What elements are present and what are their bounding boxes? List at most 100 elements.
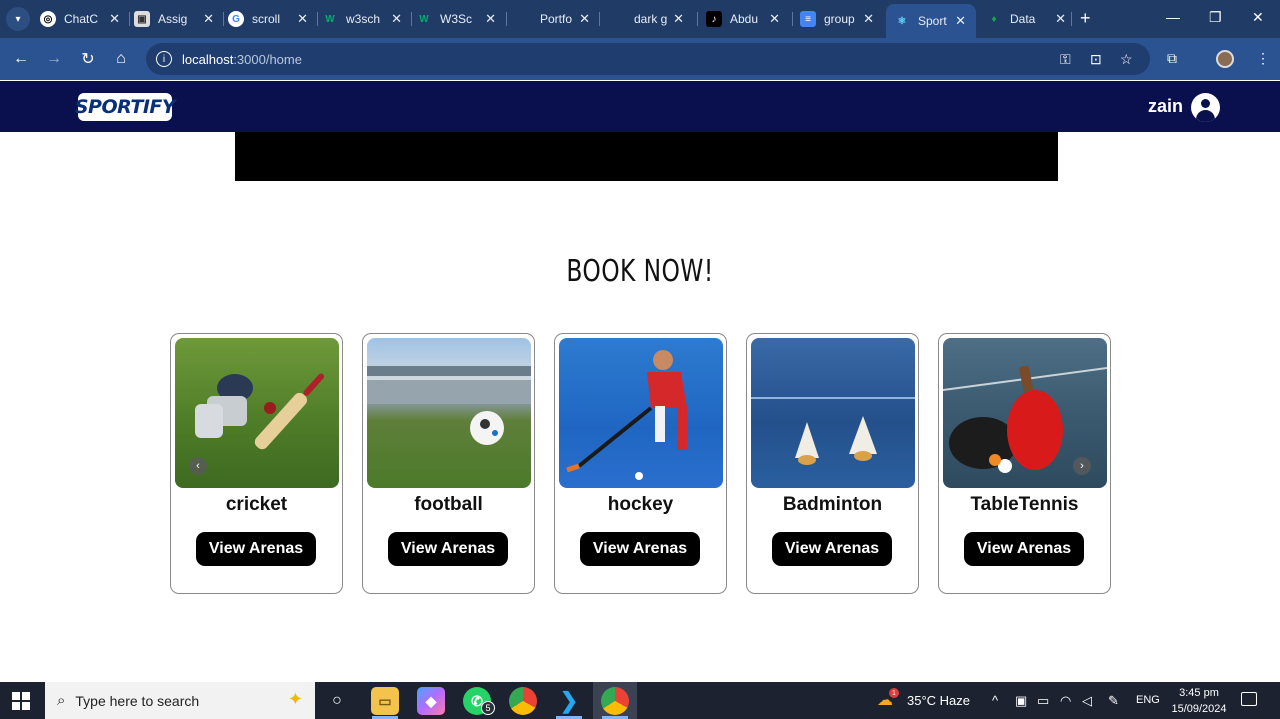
- browser-menu-icon[interactable]: ⋮: [1256, 50, 1270, 67]
- close-icon[interactable]: ✕: [769, 11, 780, 27]
- sport-name: football: [414, 494, 483, 515]
- address-bar[interactable]: i localhost:3000/home ⚿ ⊡ ☆: [146, 43, 1150, 75]
- close-icon[interactable]: ✕: [673, 11, 684, 27]
- blank-page-icon: [610, 11, 626, 27]
- classroom-icon: ▣: [134, 11, 150, 27]
- tab-sportify-active[interactable]: ⚛ Sport ✕: [886, 4, 976, 38]
- profile-avatar[interactable]: [1216, 50, 1234, 68]
- window-close-icon[interactable]: ✕: [1252, 9, 1264, 26]
- view-arenas-button[interactable]: View Arenas: [196, 532, 316, 566]
- user-body-shape: [1196, 110, 1215, 122]
- search-placeholder: Type here to search: [75, 692, 200, 709]
- view-arenas-button[interactable]: View Arenas: [964, 532, 1084, 566]
- install-app-icon[interactable]: ⊡: [1090, 51, 1102, 68]
- docs-icon: ≡: [800, 11, 816, 27]
- pen-icon[interactable]: ✎: [1108, 693, 1119, 709]
- forward-arrow-icon[interactable]: →: [43, 48, 65, 70]
- copilot-app-icon[interactable]: ◆: [417, 687, 445, 715]
- language-indicator[interactable]: ENG: [1136, 694, 1160, 706]
- sport-name: TableTennis: [970, 494, 1079, 515]
- restore-icon[interactable]: ❐: [1209, 9, 1222, 26]
- tab-label: W3Sc: [440, 12, 473, 26]
- tab-separator: [129, 12, 130, 26]
- close-icon[interactable]: ✕: [863, 11, 874, 27]
- volume-icon[interactable]: ◁: [1082, 693, 1092, 709]
- show-hidden-icons-chevron-icon[interactable]: ^: [992, 693, 998, 708]
- user-account-icon[interactable]: [1191, 93, 1220, 122]
- notifications-icon[interactable]: [1241, 692, 1257, 706]
- browser-toolbar: ← → ↻ ⌂ i localhost:3000/home ⚿ ⊡ ☆ ⧉ ⋮: [0, 38, 1280, 80]
- book-now-heading: BOOK NOW!: [566, 254, 714, 289]
- clock[interactable]: 3:45 pm 15/09/2024: [1170, 685, 1228, 717]
- tab-label: scroll: [252, 12, 281, 26]
- chrome-active-icon[interactable]: [601, 687, 629, 715]
- view-arenas-button[interactable]: View Arenas: [388, 532, 508, 566]
- reload-icon[interactable]: ↻: [77, 48, 99, 70]
- carousel-next-arrow-icon[interactable]: ›: [1073, 457, 1091, 475]
- tab-search-chevron-icon[interactable]: ▾: [6, 7, 30, 31]
- weather-text[interactable]: 35°C Haze: [907, 693, 970, 708]
- tab-separator: [506, 12, 507, 26]
- new-tab-plus-icon[interactable]: +: [1080, 8, 1091, 29]
- sport-name: cricket: [225, 494, 288, 515]
- view-arenas-button[interactable]: View Arenas: [580, 532, 700, 566]
- task-view-icon[interactable]: ○: [323, 687, 351, 715]
- tab-w3schools-2[interactable]: W W3Sc ✕: [416, 4, 500, 34]
- view-arenas-button[interactable]: View Arenas: [772, 532, 892, 566]
- battery-icon[interactable]: ▭: [1037, 693, 1049, 709]
- chrome-icon[interactable]: [509, 687, 537, 715]
- close-icon[interactable]: ✕: [485, 11, 496, 27]
- tab-mongodb-data[interactable]: ♦ Data ✕: [986, 4, 1070, 34]
- sport-card-badminton: Badminton View Arenas: [746, 333, 919, 594]
- bookmark-star-icon[interactable]: ☆: [1120, 51, 1133, 68]
- vscode-icon[interactable]: ❯: [555, 687, 583, 715]
- search-icon: ⌕: [57, 692, 66, 709]
- clock-time: 3:45 pm: [1179, 687, 1219, 699]
- tab-group-docs[interactable]: ≡ group ✕: [800, 4, 878, 34]
- site-info-icon[interactable]: i: [156, 51, 172, 67]
- close-icon[interactable]: ✕: [955, 13, 966, 29]
- tab-google-scroll[interactable]: G scroll ✕: [228, 4, 312, 34]
- copilot-sparkle-icon: ✦: [287, 689, 303, 709]
- url-host: localhost: [182, 51, 234, 67]
- w3schools-icon: W: [419, 13, 429, 25]
- tab-label: Abdu: [730, 12, 759, 26]
- tab-separator: [697, 12, 698, 26]
- close-icon[interactable]: ✕: [297, 11, 308, 27]
- extensions-puzzle-icon[interactable]: ⧉: [1167, 50, 1177, 67]
- close-icon[interactable]: ✕: [579, 11, 590, 27]
- password-key-icon[interactable]: ⚿: [1060, 51, 1071, 68]
- mongodb-icon: ♦: [991, 13, 997, 25]
- tab-label: group: [824, 12, 855, 26]
- home-icon[interactable]: ⌂: [110, 48, 132, 70]
- tab-w3schools-1[interactable]: W w3sch ✕: [322, 4, 406, 34]
- tab-separator: [317, 12, 318, 26]
- google-icon: G: [228, 11, 244, 27]
- minimize-icon[interactable]: —: [1166, 9, 1180, 25]
- browser-tabstrip: ▾ ◎ ChatC ✕ ▣ Assig ✕ G scroll ✕ W w3sch…: [0, 0, 1280, 38]
- close-icon[interactable]: ✕: [203, 11, 214, 27]
- tab-chatgpt[interactable]: ◎ ChatC ✕: [40, 4, 124, 34]
- tab-assignment[interactable]: ▣ Assig ✕: [134, 4, 218, 34]
- hero-video-strip: [235, 132, 1058, 181]
- windows-start-icon[interactable]: [12, 692, 30, 710]
- sportify-logo[interactable]: SPORTIFY: [75, 93, 176, 121]
- windows-taskbar: ⌕ Type here to search ✦ ○ ▭ ◆ ✆ 5 ❯ ☁ 1 …: [0, 682, 1280, 719]
- file-explorer-icon[interactable]: ▭: [371, 687, 399, 715]
- carousel-prev-arrow-icon[interactable]: ‹: [189, 457, 207, 475]
- tab-dark-g[interactable]: dark g ✕: [610, 4, 688, 34]
- tiktok-icon: ♪: [706, 11, 722, 27]
- taskbar-search-box[interactable]: ⌕ Type here to search ✦: [45, 682, 315, 719]
- sport-name: hockey: [607, 494, 674, 515]
- tab-separator: [411, 12, 412, 26]
- tab-portfolio[interactable]: Portfo ✕: [516, 4, 594, 34]
- close-icon[interactable]: ✕: [391, 11, 402, 27]
- close-icon[interactable]: ✕: [1055, 11, 1066, 27]
- tab-separator: [223, 12, 224, 26]
- meet-now-icon[interactable]: ▣: [1015, 693, 1027, 709]
- tab-abdu[interactable]: ♪ Abdu ✕: [706, 4, 784, 34]
- close-icon[interactable]: ✕: [109, 11, 120, 27]
- back-arrow-icon[interactable]: ←: [10, 48, 32, 70]
- blank-page-icon: [516, 11, 532, 27]
- wifi-icon[interactable]: ◠: [1060, 693, 1071, 709]
